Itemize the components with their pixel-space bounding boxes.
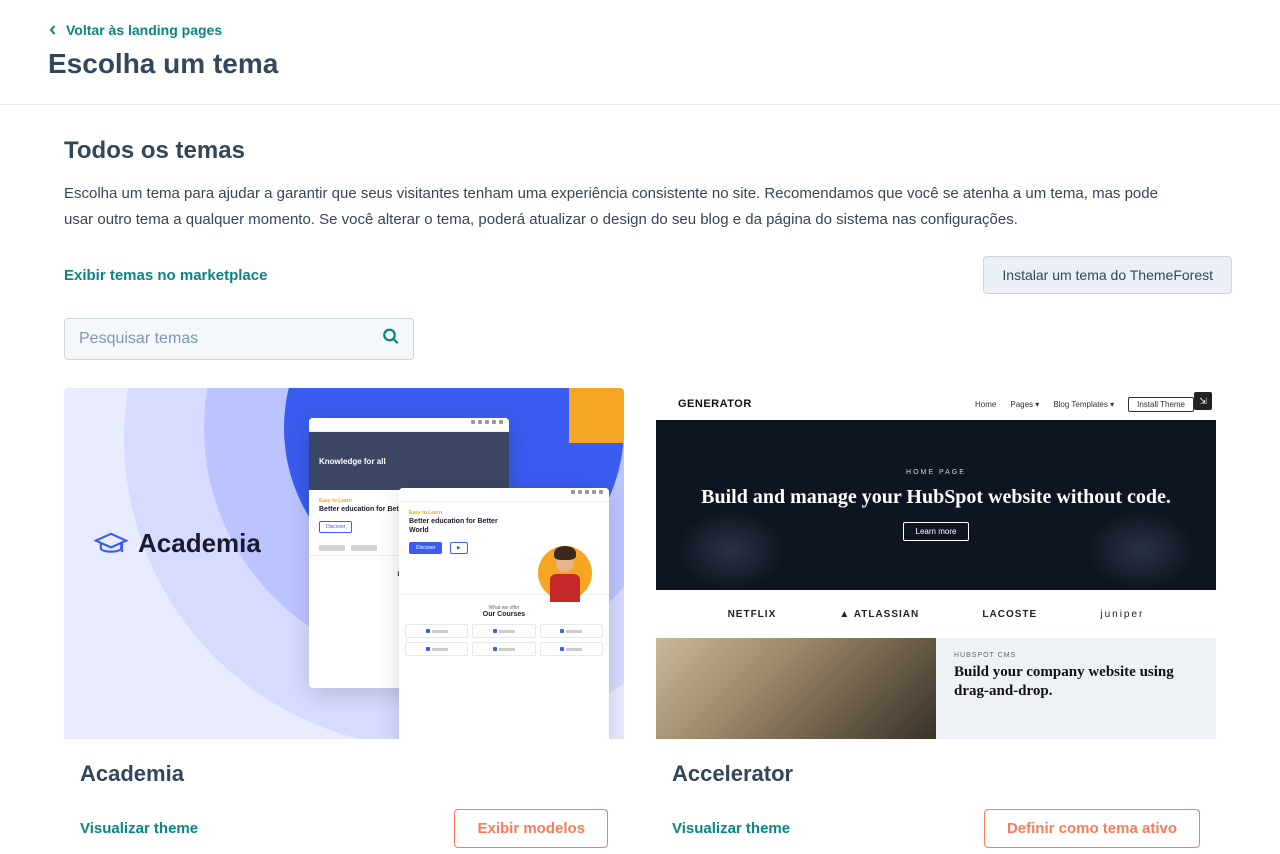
chevron-left-icon (48, 22, 58, 38)
search-icon (382, 328, 400, 351)
theme-thumbnail[interactable]: Academia Knowledge for all Easy to Learn… (64, 388, 624, 739)
section-description: Escolha um tema para ajudar a garantir q… (64, 181, 1184, 232)
preview-theme-link[interactable]: Visualizar theme (80, 820, 198, 837)
marketplace-link[interactable]: Exibir temas no marketplace (64, 267, 267, 284)
theme-thumbnail[interactable]: ⇲ GENERATOR Home Pages ▾ Blog Templates … (656, 388, 1216, 739)
show-templates-button[interactable]: Exibir modelos (454, 809, 608, 848)
academia-logo: Academia (94, 528, 261, 559)
page-title: Escolha um tema (48, 48, 1232, 80)
section-title: Todos os temas (64, 137, 1232, 165)
search-input[interactable] (64, 318, 414, 360)
install-themeforest-button[interactable]: Instalar um tema do ThemeForest (983, 256, 1232, 294)
back-link-label: Voltar às landing pages (66, 22, 222, 38)
theme-card-academia: Academia Knowledge for all Easy to Learn… (64, 388, 624, 854)
back-link[interactable]: Voltar às landing pages (48, 22, 222, 38)
preview-theme-link[interactable]: Visualizar theme (672, 820, 790, 837)
graduation-cap-icon (94, 532, 128, 556)
set-active-theme-button[interactable]: Definir como tema ativo (984, 809, 1200, 848)
theme-title: Academia (80, 761, 608, 787)
theme-title: Accelerator (672, 761, 1200, 787)
theme-card-accelerator: ⇲ GENERATOR Home Pages ▾ Blog Templates … (656, 388, 1216, 854)
accessibility-badge-icon: ⇲ (1194, 392, 1212, 410)
